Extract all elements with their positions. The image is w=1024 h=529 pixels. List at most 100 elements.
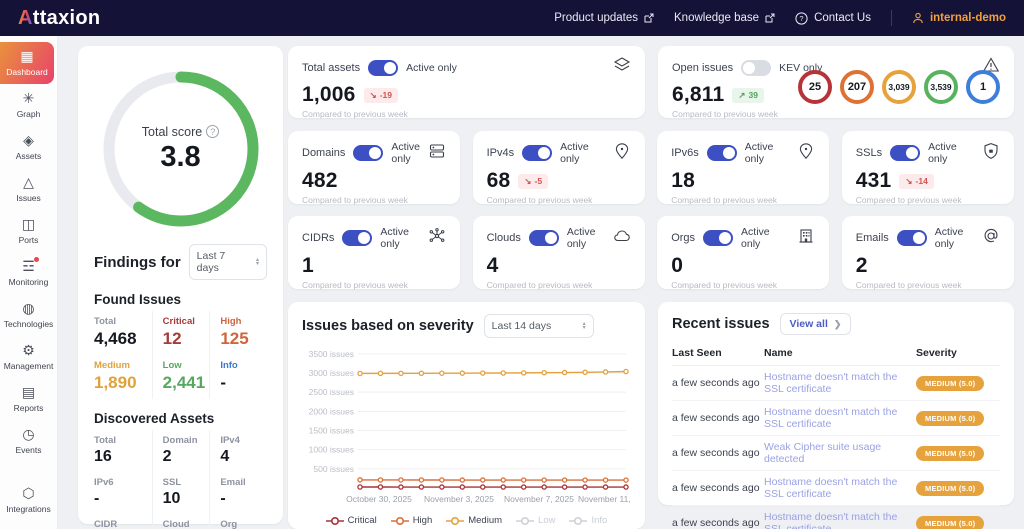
- view-all-button[interactable]: View all ❯: [779, 313, 852, 335]
- card-title: Domains: [302, 147, 346, 159]
- severity-count-badge[interactable]: 3,039: [882, 70, 916, 104]
- legend-marker-icon: [446, 516, 465, 525]
- stat-label: Total: [94, 435, 116, 446]
- total-assets-compare-note: Compared to previous week: [302, 109, 408, 119]
- sidebar-item-graph[interactable]: ✳ Graph: [0, 84, 57, 126]
- trend-up-icon: ↗: [738, 89, 746, 100]
- legend-label: Low: [538, 515, 556, 526]
- domains-active-toggle[interactable]: [353, 145, 384, 161]
- legend-item-info[interactable]: Info: [569, 515, 607, 526]
- sidebar-item-ports[interactable]: ◫ Ports: [0, 210, 57, 252]
- user-account-menu[interactable]: internal-demo: [912, 12, 1006, 24]
- toggle-label: Active only: [741, 226, 770, 250]
- legend-item-critical[interactable]: Critical: [325, 515, 377, 526]
- ports-door-icon: ◫: [21, 216, 36, 232]
- sidebar-item-label: Technologies: [3, 319, 54, 329]
- navbar-links: Product updates Knowledge base ? Contact…: [554, 10, 1006, 26]
- stat-value: 12: [162, 329, 182, 348]
- server-icon: [428, 142, 446, 165]
- issue-name-link[interactable]: Hostname doesn't match the SSL certifica…: [764, 476, 897, 500]
- total-assets-active-toggle[interactable]: [368, 59, 399, 76]
- severity-count-badge[interactable]: 25: [798, 70, 832, 104]
- issue-name-link[interactable]: Weak Cipher suite usage detected: [764, 441, 881, 465]
- column-header-severity: Severity: [916, 343, 1000, 366]
- kev-only-toggle[interactable]: [741, 59, 772, 76]
- stat-label: Medium: [94, 360, 130, 371]
- severity-count-badge[interactable]: 3,539: [924, 70, 958, 104]
- sidebar-item-label: Management: [3, 361, 54, 371]
- orgs-active-toggle[interactable]: [703, 230, 734, 246]
- ssls-active-toggle[interactable]: [890, 145, 921, 161]
- stat-label: Critical: [162, 316, 195, 327]
- severity-count-badge[interactable]: 1: [966, 70, 1000, 104]
- compare-note: Compared to previous week: [486, 280, 593, 290]
- emails-active-toggle[interactable]: [896, 230, 927, 246]
- sidebar-item-monitoring[interactable]: ☲ Monitoring: [0, 252, 57, 294]
- ssls-card: SSLs Active only 431 ↘ -14 Compared to previo…: [841, 131, 1014, 205]
- stat-label: Org: [220, 519, 238, 529]
- cidrs-active-toggle[interactable]: [342, 230, 373, 246]
- chart-legend: Critical High Medium Low Info: [302, 515, 631, 526]
- legend-item-medium[interactable]: Medium: [446, 515, 502, 526]
- svg-text:October 30, 2025: October 30, 2025: [346, 494, 412, 504]
- sidebar-item-dashboard[interactable]: ▦ Dashboard: [0, 42, 54, 84]
- chart-title: Issues based on severity: [302, 318, 474, 334]
- sidebar-nav: ▦ Dashboard ✳ Graph ◈ Assets △ Issues ◫ Ports ☲ Mon…: [0, 36, 58, 529]
- layers-icon: [613, 56, 631, 79]
- total-score-label: Total score ?: [142, 125, 220, 139]
- compare-note: Compared to previous week: [671, 195, 778, 205]
- events-clock-icon: ◷: [22, 426, 35, 442]
- chart-period-select[interactable]: Last 14 days ▴ ▾: [483, 314, 594, 338]
- sidebar-item-management[interactable]: ⚙ Management: [0, 336, 57, 378]
- found-issues-grid: Total 4,468 Critical 12 High 125 Medium 1,890 Lo…: [94, 311, 267, 399]
- ipv6s-active-toggle[interactable]: [706, 145, 737, 161]
- issue-name-link[interactable]: Hostname doesn't match the SSL certifica…: [764, 511, 897, 529]
- severity-badge: MEDIUM (5.0): [916, 375, 985, 391]
- compare-note: Compared to previous week: [302, 280, 408, 290]
- stat-label: CIDR: [94, 519, 118, 529]
- legend-marker-icon: [569, 516, 588, 525]
- legend-item-high[interactable]: High: [390, 515, 432, 526]
- svg-text:November 3, 2025: November 3, 2025: [424, 494, 494, 504]
- notification-dot: [33, 257, 39, 262]
- nav-knowledge-base[interactable]: Knowledge base: [674, 12, 775, 24]
- found-issues-stat-low: Low 2,441: [151, 355, 210, 399]
- svg-text:November 7, 2025: November 7, 2025: [504, 494, 574, 504]
- issue-row: a few seconds ago Hostname doesn't match …: [672, 470, 1000, 506]
- sidebar-item-events[interactable]: ◷ Events: [0, 420, 57, 462]
- total-assets-value: 1,006: [302, 83, 356, 106]
- found-issues-stat-critical: Critical 12: [151, 311, 210, 355]
- brand-logo[interactable]: Attaxion: [18, 7, 100, 30]
- score-help-icon[interactable]: ?: [206, 125, 220, 138]
- open-issues-compare-note: Compared to previous week: [672, 109, 778, 119]
- discovered-assets-stat-cloud: Cloud-: [151, 514, 210, 529]
- user-icon: [913, 12, 923, 24]
- issues-triangle-icon: △: [23, 174, 34, 190]
- chart-period-value: Last 14 days: [491, 320, 552, 332]
- clouds-active-toggle[interactable]: [528, 230, 559, 246]
- card-value: 2: [855, 254, 868, 277]
- sidebar-item-reports[interactable]: ▤ Reports: [0, 378, 57, 420]
- sidebar-item-assets[interactable]: ◈ Assets: [0, 126, 57, 168]
- issue-name-link[interactable]: Hostname doesn't match the SSL certifica…: [764, 406, 897, 430]
- legend-item-low[interactable]: Low: [516, 515, 555, 526]
- issue-row: a few seconds ago Weak Cipher suite usage…: [672, 435, 1000, 471]
- severity-count-badge[interactable]: 207: [840, 70, 874, 104]
- integrations-puzzle-icon: ⬡: [22, 485, 35, 501]
- legend-marker-icon: [325, 516, 344, 525]
- chevron-updown-icon: ▴ ▾: [582, 321, 586, 331]
- nav-contact-us[interactable]: ? Contact Us: [795, 11, 871, 25]
- sidebar-item-technologies[interactable]: ◍ Technologies: [0, 294, 57, 336]
- issue-row: a few seconds ago Hostname doesn't match …: [672, 365, 1000, 401]
- severity-badge: MEDIUM (5.0): [916, 480, 985, 496]
- findings-period-select[interactable]: Last 7 days ▴ ▾: [188, 244, 267, 280]
- ipv4s-active-toggle[interactable]: [522, 145, 553, 161]
- recent-issues-title: Recent issues: [672, 316, 770, 332]
- technologies-globe-icon: ◍: [22, 300, 35, 316]
- nav-product-updates[interactable]: Product updates: [554, 12, 654, 24]
- issue-name-link[interactable]: Hostname doesn't match the SSL certifica…: [764, 371, 897, 395]
- sidebar-item-issues[interactable]: △ Issues: [0, 168, 57, 210]
- total-score-card: Total score ? 3.8 Findings for Last 7 da…: [78, 46, 283, 529]
- sidebar-item-integrations[interactable]: ⬡ Integrations: [0, 479, 57, 521]
- discovered-assets-stat-ipv4: IPv4 4: [209, 430, 267, 472]
